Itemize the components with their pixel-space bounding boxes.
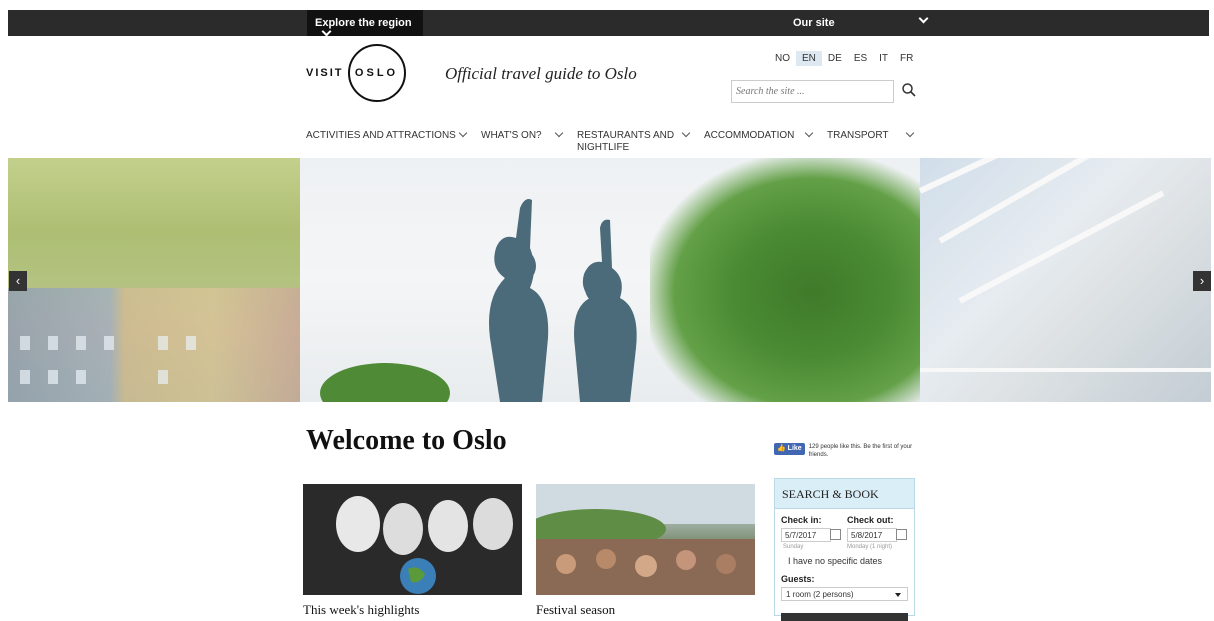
top-bar: Explore the region Our site: [8, 10, 1209, 37]
search-book-widget: SEARCH & BOOK Check in: Check out: 5/7/2…: [774, 478, 915, 621]
like-label: Like: [787, 445, 802, 452]
thumbs-up-icon: 👍: [777, 445, 786, 452]
festival-photo: [536, 484, 755, 595]
guests-select[interactable]: 1 room (2 persons): [781, 587, 908, 601]
search-button[interactable]: [781, 613, 908, 621]
calendar-icon[interactable]: [896, 529, 907, 540]
band-photo: [303, 484, 522, 595]
checkout-date-input[interactable]: 5/8/2017: [847, 528, 897, 542]
trees: [650, 158, 920, 402]
lang-fr[interactable]: FR: [894, 51, 919, 66]
logo-visit-text: VISIT: [306, 67, 344, 79]
carousel-image-prev[interactable]: [8, 158, 300, 402]
guests-value: 1 room (2 persons): [786, 590, 854, 599]
booking-title: SEARCH & BOOK: [775, 479, 914, 509]
nav-transport[interactable]: TRANSPORT: [827, 130, 889, 142]
visit-oslo-logo[interactable]: VISIT OSLO: [306, 44, 406, 102]
festival-card-image[interactable]: [536, 484, 755, 595]
lang-en[interactable]: EN: [796, 51, 822, 66]
carousel-next-button[interactable]: ›: [1193, 271, 1211, 291]
facebook-like-button[interactable]: 👍 Like: [774, 443, 805, 455]
facebook-like-text: 129 people like this. Be the first of yo…: [808, 444, 913, 458]
chevron-down-icon: [321, 26, 332, 37]
explore-region-label: Explore the region: [315, 17, 412, 29]
logo-oslo-circle: OSLO: [347, 44, 406, 102]
lang-no[interactable]: NO: [769, 51, 796, 66]
language-switcher: NO EN DE ES IT FR: [769, 51, 919, 66]
tagline: Official travel guide to Oslo: [445, 64, 637, 83]
checkin-date-input[interactable]: 5/7/2017: [781, 528, 831, 542]
no-dates-option[interactable]: I have no specific dates: [788, 556, 882, 566]
checkout-day: Monday (1 night): [847, 544, 893, 550]
nav-restaurants-line2[interactable]: NIGHTLIFE: [577, 142, 629, 154]
hero-carousel[interactable]: [8, 158, 1211, 402]
lang-de[interactable]: DE: [822, 51, 848, 66]
chevron-down-icon[interactable]: [681, 128, 691, 138]
lang-it[interactable]: IT: [873, 51, 894, 66]
guests-label: Guests:: [781, 574, 815, 584]
chevron-down-icon[interactable]: [905, 128, 915, 138]
nav-restaurants[interactable]: RESTAURANTS AND: [577, 130, 674, 142]
chevron-down-icon[interactable]: [554, 128, 564, 138]
chevron-down-icon[interactable]: [804, 128, 814, 138]
checkin-day: Sunday: [783, 544, 804, 550]
carousel-image-next[interactable]: [918, 158, 1211, 402]
nav-activities[interactable]: ACTIVITIES AND ATTRACTIONS: [306, 130, 456, 142]
carousel-prev-button[interactable]: ‹: [9, 271, 27, 291]
nav-accommodation[interactable]: ACCOMMODATION: [704, 130, 794, 142]
carousel-image-main[interactable]: [300, 158, 920, 402]
calendar-icon[interactable]: [830, 529, 841, 540]
chevron-down-icon[interactable]: [458, 128, 468, 138]
checkout-label: Check out:: [847, 515, 894, 525]
explore-region-dropdown[interactable]: Explore the region: [307, 10, 423, 37]
search-icon[interactable]: [901, 82, 917, 98]
checkin-label: Check in:: [781, 515, 822, 525]
our-site-label: Our site: [793, 17, 835, 29]
lang-es[interactable]: ES: [848, 51, 873, 66]
page-title: Welcome to Oslo: [306, 425, 507, 456]
chevron-down-icon: [895, 593, 901, 597]
facebook-like-widget: 👍 Like 129 people like this. Be the firs…: [774, 443, 919, 459]
nav-whats-on[interactable]: WHAT'S ON?: [481, 130, 542, 142]
highlights-card-image[interactable]: [303, 484, 522, 595]
our-site-dropdown[interactable]: Our site: [793, 17, 835, 29]
statue-image: [489, 199, 637, 402]
chevron-down-icon[interactable]: [918, 13, 929, 24]
search-input[interactable]: Search the site ...: [731, 80, 894, 103]
